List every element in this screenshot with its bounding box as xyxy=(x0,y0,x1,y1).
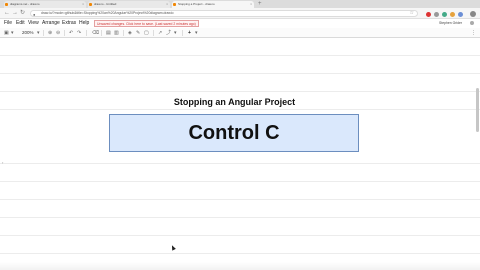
grid-line xyxy=(0,253,480,254)
tab-label: diagrams.net - draw.io xyxy=(10,2,40,6)
drawio-favicon-icon xyxy=(173,3,176,6)
close-tab-icon[interactable]: × xyxy=(166,1,168,8)
browser-tab-active[interactable]: Stopping a Project - draw.io × xyxy=(172,1,254,8)
toolbar-divider xyxy=(182,30,183,36)
extension-icon[interactable] xyxy=(458,12,463,17)
grid-line xyxy=(0,181,480,182)
shadow-icon[interactable]: ▢ xyxy=(144,29,149,37)
close-tab-icon[interactable]: × xyxy=(250,1,252,8)
collapse-sidebar-icon[interactable]: › xyxy=(2,160,3,165)
diagram-canvas[interactable] xyxy=(0,39,480,270)
toolbar-divider xyxy=(86,30,87,36)
menu-file[interactable]: File xyxy=(4,20,12,27)
toolbar: ▣ ▾ 200% ▾ ⊕ ⊖ ↶ ↷ ⌫ ▤ ▥ ◈ ✎ ▢ ↗ ⤴ ▾ + ▾… xyxy=(0,28,480,38)
extension-icon[interactable] xyxy=(426,12,431,17)
extension-icon[interactable] xyxy=(434,12,439,17)
extension-icon[interactable] xyxy=(450,12,455,17)
user-icon[interactable] xyxy=(470,21,474,25)
format-toggle-icon[interactable]: ⋮ xyxy=(471,30,476,36)
menu-bar: File Edit View Arrange Extras Help Unsav… xyxy=(0,19,480,28)
toolbar-divider xyxy=(43,30,44,36)
url-text: draw.io/?mode=github&title=Stopping%20an… xyxy=(41,11,174,15)
diagram-title[interactable]: Stopping an Angular Project xyxy=(110,97,359,107)
zoom-in-icon[interactable]: ⊕ xyxy=(48,29,52,37)
close-tab-icon[interactable]: × xyxy=(82,1,84,8)
tab-label: draw.io - Untitled xyxy=(94,2,117,6)
secure-lock-icon: ● xyxy=(33,12,36,17)
grid-line xyxy=(0,235,480,236)
menu-arrange[interactable]: Arrange xyxy=(42,20,60,27)
toolbar-divider xyxy=(153,30,154,36)
waypoints-icon[interactable]: ⤴ xyxy=(166,29,171,37)
user-name[interactable]: Stephen Grider xyxy=(439,21,462,25)
drawio-favicon-icon xyxy=(89,3,92,6)
insert-dropdown-icon[interactable]: ▾ xyxy=(195,29,198,37)
fill-color-icon[interactable]: ◈ xyxy=(128,29,132,37)
format-panel-icon[interactable]: ▣ xyxy=(4,29,9,37)
back-icon[interactable]: ← xyxy=(4,10,10,17)
reload-icon[interactable]: ↻ xyxy=(20,10,25,17)
new-tab-icon[interactable]: + xyxy=(258,1,262,7)
menu-help[interactable]: Help xyxy=(79,20,89,27)
shape-label: Control C xyxy=(188,121,280,144)
browser-tab[interactable]: draw.io - Untitled × xyxy=(88,1,170,8)
control-c-shape[interactable]: Control C xyxy=(109,114,359,152)
tab-label: Stopping a Project - draw.io xyxy=(178,2,215,6)
browser-tab[interactable]: diagrams.net - draw.io × xyxy=(4,1,86,8)
insert-icon[interactable]: + xyxy=(188,29,191,37)
toolbar-divider xyxy=(101,30,102,36)
grid-line xyxy=(0,217,480,218)
to-back-icon[interactable]: ▥ xyxy=(114,29,119,37)
forward-icon[interactable]: → xyxy=(12,10,18,17)
zoom-dropdown-icon[interactable]: ▾ xyxy=(37,29,40,37)
toolbar-divider xyxy=(123,30,124,36)
grid-line xyxy=(0,55,480,56)
dropdown-icon[interactable]: ▾ xyxy=(174,29,177,37)
url-field[interactable]: ● draw.io/?mode=github&title=Stopping%20… xyxy=(30,10,418,17)
canvas-bottom-edge xyxy=(0,262,480,270)
profile-avatar[interactable] xyxy=(470,11,476,17)
grid-line xyxy=(0,109,480,110)
delete-icon[interactable]: ⌫ xyxy=(92,29,99,37)
toolbar-divider xyxy=(64,30,65,36)
grid-line xyxy=(0,199,480,200)
address-bar-row: ← → ↻ ● draw.io/?mode=github&title=Stopp… xyxy=(0,8,480,19)
menu-extras[interactable]: Extras xyxy=(62,20,76,27)
dropdown-icon[interactable]: ▾ xyxy=(11,29,14,37)
drawio-favicon-icon xyxy=(5,3,8,6)
zoom-level[interactable]: 200% xyxy=(22,29,34,37)
grid-line xyxy=(0,73,480,74)
redo-icon[interactable]: ↷ xyxy=(77,29,81,37)
to-front-icon[interactable]: ▤ xyxy=(106,29,111,37)
browser-tab-strip: diagrams.net - draw.io × draw.io - Untit… xyxy=(0,0,480,8)
menu-edit[interactable]: Edit xyxy=(16,20,25,27)
grid-line xyxy=(0,163,480,164)
bookmark-star-icon[interactable]: ☆ xyxy=(410,11,414,16)
grid-line xyxy=(0,91,480,92)
vertical-scrollbar[interactable] xyxy=(476,88,479,132)
connection-icon[interactable]: ↗ xyxy=(158,29,162,37)
zoom-out-icon[interactable]: ⊖ xyxy=(56,29,60,37)
line-color-icon[interactable]: ✎ xyxy=(136,29,140,37)
menu-view[interactable]: View xyxy=(28,20,39,27)
extension-icon[interactable] xyxy=(442,12,447,17)
unsaved-changes-notice[interactable]: Unsaved changes. Click here to save. (La… xyxy=(94,20,199,27)
undo-icon[interactable]: ↶ xyxy=(69,29,73,37)
